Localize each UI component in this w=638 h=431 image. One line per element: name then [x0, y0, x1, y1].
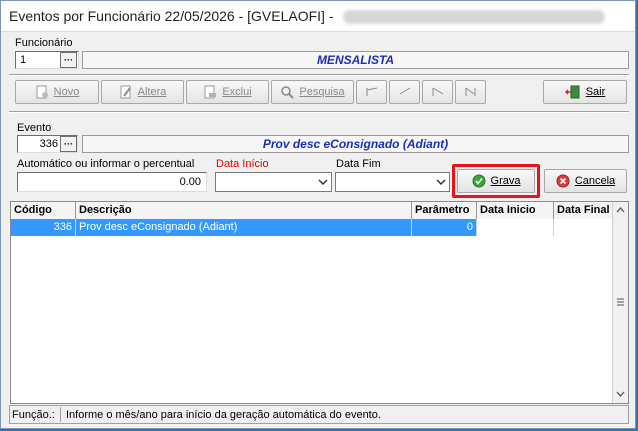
- column-header-data-final[interactable]: Data Final: [554, 202, 615, 219]
- column-header-data-inicio[interactable]: Data Inicio: [477, 202, 554, 219]
- valor-value: 0.00: [179, 176, 201, 188]
- cell-data-final: [554, 219, 615, 236]
- vertical-scrollbar[interactable]: [612, 202, 628, 403]
- altera-label: Altera: [137, 86, 167, 98]
- ellipsis-icon: ···: [64, 54, 73, 65]
- scroll-thumb-grip-icon[interactable]: [616, 298, 625, 306]
- column-header-codigo[interactable]: Código: [11, 202, 76, 219]
- next-record-button[interactable]: [422, 80, 453, 104]
- new-document-icon: [35, 85, 49, 99]
- evento-code: 336: [39, 138, 58, 150]
- window-title: Eventos por Funcionário 22/05/2026 - [GV…: [9, 8, 334, 24]
- exit-door-icon: [564, 85, 581, 99]
- chevron-down-icon: [436, 179, 446, 186]
- status-bar: Função.: Informe o mês/ano para início d…: [9, 405, 629, 424]
- evento-label: Evento: [17, 122, 52, 134]
- evento-description: Prov desc eConsignado (Adiant): [262, 137, 449, 151]
- search-icon: [280, 85, 295, 99]
- grid-header: Código Descrição Parâmetro Data Inicio D…: [11, 202, 615, 220]
- cancel-circle-icon: [556, 174, 570, 188]
- title-bar[interactable]: Eventos por Funcionário 22/05/2026 - [GV…: [1, 1, 635, 32]
- previous-record-button[interactable]: [389, 80, 420, 104]
- next-record-icon: [431, 86, 445, 98]
- separator: [9, 74, 629, 76]
- eventos-grid[interactable]: Código Descrição Parâmetro Data Inicio D…: [10, 201, 629, 404]
- separator: [9, 111, 629, 113]
- sair-label: Sair: [585, 86, 606, 98]
- last-record-button[interactable]: [455, 80, 486, 104]
- novo-label: Novo: [53, 86, 80, 98]
- funcionario-label: Funcionário: [15, 37, 73, 49]
- column-header-parametro[interactable]: Parâmetro: [412, 202, 477, 219]
- ellipsis-icon: ···: [64, 138, 73, 149]
- main-window: Eventos por Funcionário 22/05/2026 - [GV…: [0, 0, 636, 429]
- chevron-up-icon[interactable]: [616, 206, 625, 213]
- table-row[interactable]: 336 Prov desc eConsignado (Adiant) 0: [11, 219, 615, 236]
- valor-label: Automático ou informar o percentual: [17, 158, 195, 170]
- exclui-label: Exclui: [222, 86, 252, 98]
- status-text: Informe o mês/ano para início da geração…: [66, 409, 381, 421]
- funcionario-name-display: MENSALISTA: [82, 51, 629, 69]
- novo-button[interactable]: Novo: [15, 80, 99, 104]
- altera-button[interactable]: Altera: [101, 80, 184, 104]
- delete-document-icon: [203, 85, 217, 99]
- pesquisa-label: Pesquisa: [299, 86, 345, 98]
- first-record-icon: [365, 86, 379, 98]
- data-fim-label: Data Fim: [336, 158, 381, 170]
- funcionario-lookup-button[interactable]: ···: [60, 52, 77, 68]
- evento-description-display: Prov desc eConsignado (Adiant): [82, 135, 629, 153]
- highlight-frame: [452, 164, 540, 198]
- data-inicio-label: Data Início: [216, 158, 269, 170]
- column-header-descricao[interactable]: Descrição: [76, 202, 412, 219]
- data-fim-select[interactable]: [335, 172, 450, 192]
- status-divider: [60, 407, 61, 422]
- funcionario-code: 1: [20, 54, 27, 66]
- previous-record-icon: [398, 86, 412, 98]
- cancela-button[interactable]: Cancela: [544, 169, 627, 193]
- pesquisa-button[interactable]: Pesquisa: [271, 80, 354, 104]
- cell-codigo: 336: [11, 219, 76, 236]
- cancela-label: Cancela: [574, 175, 616, 187]
- chevron-down-icon[interactable]: [616, 391, 625, 398]
- funcionario-name: MENSALISTA: [316, 53, 395, 67]
- sair-button[interactable]: Sair: [543, 80, 627, 104]
- edit-document-icon: [119, 85, 133, 99]
- valor-input[interactable]: 0.00: [17, 172, 207, 192]
- data-inicio-select[interactable]: [215, 172, 332, 192]
- title-redacted: [343, 10, 605, 24]
- first-record-button[interactable]: [356, 80, 387, 104]
- chevron-down-icon: [318, 179, 328, 186]
- cell-parametro: 0: [412, 219, 477, 236]
- cell-descricao: Prov desc eConsignado (Adiant): [76, 219, 412, 236]
- exclui-button[interactable]: Exclui: [186, 80, 269, 104]
- last-record-icon: [464, 86, 478, 98]
- cell-data-inicio: [477, 219, 554, 236]
- status-label: Função.:: [12, 409, 55, 421]
- evento-lookup-button[interactable]: ···: [60, 136, 77, 152]
